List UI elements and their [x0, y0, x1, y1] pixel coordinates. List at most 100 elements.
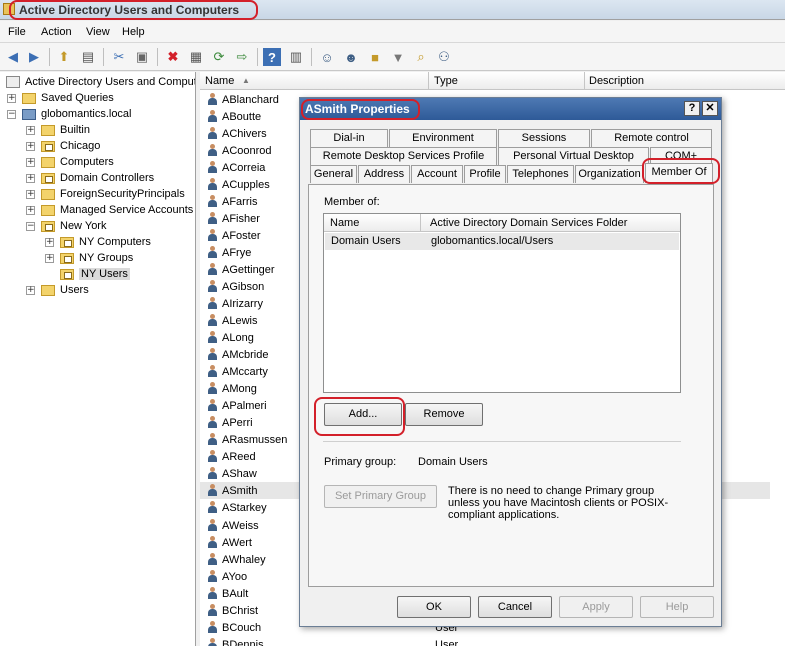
menu-bar: File Action View Help — [0, 21, 785, 43]
tree-foreign-security-principals[interactable]: + ForeignSecurityPrincipals — [26, 186, 185, 202]
back-icon[interactable]: ◀ — [4, 48, 22, 66]
column-type-header[interactable]: Type — [434, 75, 458, 87]
collapse-icon[interactable]: − — [26, 221, 35, 231]
user-name: ABoutte — [222, 110, 262, 123]
up-icon[interactable]: ⬆ — [55, 48, 73, 66]
member-of-list[interactable]: Name Active Directory Domain Services Fo… — [323, 213, 681, 393]
tab-profile[interactable]: Profile — [464, 165, 506, 183]
member-col-name[interactable]: Name — [330, 217, 359, 229]
user-name: AWhaley — [222, 553, 266, 566]
expand-icon[interactable]: + — [26, 173, 35, 183]
new-group-icon[interactable]: ☻ — [342, 48, 360, 66]
user-name: AGettinger — [222, 263, 275, 276]
set-primary-group-button[interactable]: Set Primary Group — [324, 485, 437, 508]
find-icon[interactable]: ⌕ — [412, 48, 430, 66]
tab-dial-in[interactable]: Dial-in — [310, 129, 388, 147]
tab-address[interactable]: Address — [358, 165, 410, 183]
tab-remote-control[interactable]: Remote control — [591, 129, 712, 147]
delete-icon[interactable]: ✖ — [164, 48, 182, 66]
new-user-icon[interactable]: ☺ — [318, 48, 336, 66]
tab-environment[interactable]: Environment — [389, 129, 497, 147]
expand-icon[interactable]: + — [45, 237, 54, 247]
tree-chicago[interactable]: + Chicago — [26, 138, 100, 154]
collapse-icon[interactable]: − — [7, 109, 16, 119]
expand-icon[interactable]: + — [26, 141, 35, 151]
menu-help[interactable]: Help — [122, 26, 145, 38]
properties-icon[interactable]: ▦ — [187, 48, 205, 66]
help-icon[interactable]: ? — [263, 48, 281, 66]
tab-organization[interactable]: Organization — [575, 165, 644, 183]
tree-domain[interactable]: − globomantics.local — [7, 106, 132, 122]
aduc-root-icon — [6, 76, 20, 88]
console-icon[interactable]: ▥ — [287, 48, 305, 66]
tab-general[interactable]: General — [310, 165, 357, 183]
user-name: AMccarty — [222, 365, 268, 378]
member-of-panel: Member of: Name Active Directory Domain … — [308, 184, 714, 587]
export-icon[interactable]: ⇨ — [233, 48, 251, 66]
expand-icon[interactable]: + — [26, 157, 35, 167]
forward-icon[interactable]: ▶ — [25, 48, 43, 66]
expand-icon[interactable]: + — [45, 253, 54, 263]
column-name-header[interactable]: Name — [205, 75, 234, 87]
add-to-group-icon[interactable]: ⚇ — [435, 48, 453, 66]
tree-new-york[interactable]: − New York — [26, 218, 106, 234]
sort-ascending-icon: ▲ — [242, 76, 250, 85]
tree-managed-service-accounts[interactable]: + Managed Service Accounts — [26, 202, 193, 218]
paste-icon[interactable]: ▣ — [133, 48, 151, 66]
apply-button[interactable]: Apply — [559, 596, 633, 618]
ok-button[interactable]: OK — [397, 596, 471, 618]
folder-icon — [41, 124, 55, 136]
menu-view[interactable]: View — [86, 26, 110, 38]
menu-action[interactable]: Action — [41, 26, 72, 38]
user-icon — [207, 212, 218, 225]
expand-icon[interactable]: + — [26, 189, 35, 199]
tree-ny-groups[interactable]: + NY Groups — [45, 250, 133, 266]
filter-icon[interactable]: ▼ — [389, 48, 407, 66]
tab-telephones[interactable]: Telephones — [507, 165, 574, 183]
tree-computers[interactable]: + Computers — [26, 154, 114, 170]
member-row[interactable]: Domain Users globomantics.local/Users — [325, 233, 679, 250]
cut-icon[interactable]: ✂ — [110, 48, 128, 66]
tree-ny-computers[interactable]: + NY Computers — [45, 234, 151, 250]
user-name: AChivers — [222, 127, 267, 140]
cancel-button[interactable]: Cancel — [478, 596, 552, 618]
tree-ny-users[interactable]: NY Users — [60, 266, 130, 282]
expand-icon[interactable]: + — [26, 125, 35, 135]
tree-domain-controllers[interactable]: + Domain Controllers — [26, 170, 154, 186]
user-icon — [207, 553, 218, 566]
new-ou-icon[interactable]: ■ — [366, 48, 384, 66]
tab-remote-desktop-services-profile[interactable]: Remote Desktop Services Profile — [310, 147, 497, 165]
tree-builtin[interactable]: + Builtin — [26, 122, 90, 138]
user-name: AIrizarry — [222, 297, 263, 310]
list-header: Name ▲ Type Description — [200, 72, 785, 90]
column-description-header[interactable]: Description — [589, 75, 644, 87]
user-icon — [207, 110, 218, 123]
help-dialog-button[interactable]: Help — [640, 596, 714, 618]
annotation-highlight-add — [314, 397, 405, 436]
tree-saved-queries[interactable]: + Saved Queries — [7, 90, 114, 106]
expand-icon[interactable]: + — [26, 285, 35, 295]
refresh-icon[interactable]: ⟳ — [210, 48, 228, 66]
properties-dialog: ASmith Properties ? ✕ Dial-in Environmen… — [299, 97, 722, 627]
user-name: AMong — [222, 382, 257, 395]
expand-icon[interactable]: + — [26, 205, 35, 215]
user-row[interactable]: BDennis User — [200, 636, 770, 646]
tree-root[interactable]: Active Directory Users and Comput — [6, 74, 195, 90]
tab-sessions[interactable]: Sessions — [498, 129, 590, 147]
help-button[interactable]: ? — [684, 101, 700, 116]
menu-file[interactable]: File — [8, 26, 26, 38]
user-name: ACupples — [222, 178, 270, 191]
tree-users[interactable]: + Users — [26, 282, 89, 298]
user-icon — [207, 280, 218, 293]
user-icon — [207, 161, 218, 174]
user-icon — [207, 399, 218, 412]
close-icon[interactable]: ✕ — [702, 101, 718, 116]
tab-account[interactable]: Account — [411, 165, 463, 183]
show-hide-tree-icon[interactable]: ▤ — [79, 48, 97, 66]
remove-button[interactable]: Remove — [405, 403, 483, 426]
member-col-folder[interactable]: Active Directory Domain Services Folder — [430, 217, 627, 229]
expand-icon[interactable]: + — [7, 93, 16, 103]
user-icon — [207, 144, 218, 157]
tab-personal-virtual-desktop[interactable]: Personal Virtual Desktop — [498, 147, 649, 165]
user-icon — [207, 365, 218, 378]
